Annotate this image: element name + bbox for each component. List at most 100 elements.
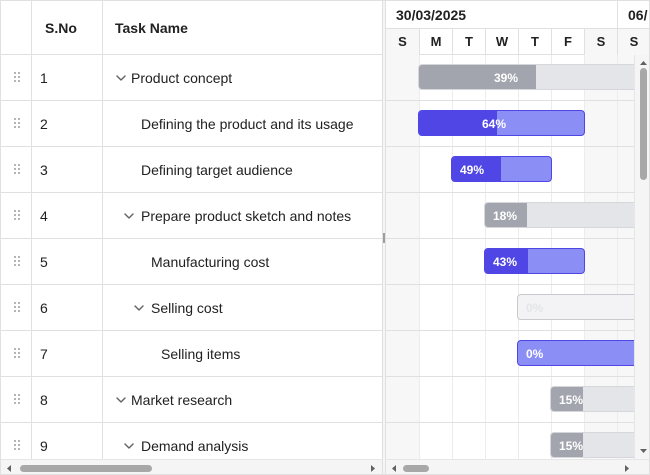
day-label: F bbox=[551, 29, 584, 55]
task-bar[interactable]: 0% bbox=[517, 340, 649, 366]
chart-horizontal-scrollbar[interactable] bbox=[386, 459, 649, 474]
row-drag-handle[interactable] bbox=[1, 377, 32, 423]
chevron-down-icon[interactable] bbox=[123, 440, 135, 452]
day-label: T bbox=[518, 29, 551, 55]
scroll-right-icon[interactable] bbox=[622, 464, 631, 473]
task-row[interactable]: 3 Defining target audience bbox=[1, 147, 382, 193]
task-name-cell: Selling items bbox=[103, 331, 382, 377]
progress-label: 49% bbox=[460, 163, 485, 177]
chevron-down-icon[interactable] bbox=[133, 302, 145, 314]
task-row[interactable]: 5 Manufacturing cost bbox=[1, 239, 382, 285]
task-name-cell: Defining the product and its usage bbox=[103, 101, 382, 147]
row-drag-handle[interactable] bbox=[1, 331, 32, 377]
task-sno: 6 bbox=[32, 285, 103, 331]
row-drag-handle[interactable] bbox=[1, 55, 32, 101]
row-gridline bbox=[386, 238, 649, 239]
summary-task-bar[interactable]: 18% bbox=[484, 202, 649, 228]
day-label: S bbox=[584, 29, 617, 55]
task-name-cell: Manufacturing cost bbox=[103, 239, 382, 285]
day-label: S bbox=[386, 29, 419, 55]
drag-grip-icon[interactable] bbox=[14, 348, 22, 360]
row-gridline bbox=[386, 192, 649, 193]
progress-label: 0% bbox=[526, 347, 544, 361]
task-sno: 4 bbox=[32, 193, 103, 239]
summary-task-bar[interactable]: 39% bbox=[418, 64, 649, 90]
task-name: Prepare product sketch and notes bbox=[141, 208, 352, 224]
task-sno: 5 bbox=[32, 239, 103, 285]
task-row[interactable]: 6 Selling cost bbox=[1, 285, 382, 331]
task-name-cell: Product concept bbox=[103, 55, 382, 101]
task-name: Selling items bbox=[161, 346, 241, 362]
chevron-down-icon[interactable] bbox=[123, 210, 135, 222]
row-gridline bbox=[386, 284, 649, 285]
grid-scroll-thumb[interactable] bbox=[20, 465, 152, 472]
progress-fill bbox=[419, 65, 536, 89]
task-sno: 7 bbox=[32, 331, 103, 377]
chevron-down-icon[interactable] bbox=[115, 394, 127, 406]
timeline-chart: 30/03/2025 06/ SMTWTFSS 39% 64% 49% 18% 43% 0… bbox=[386, 1, 649, 474]
task-name-cell: Market research bbox=[103, 377, 382, 423]
task-row[interactable]: 2 Defining the product and its usage bbox=[1, 101, 382, 147]
task-name-column-header[interactable]: Task Name bbox=[103, 1, 382, 55]
drag-grip-icon[interactable] bbox=[14, 256, 22, 268]
drag-grip-icon[interactable] bbox=[14, 164, 22, 176]
drag-grip-icon[interactable] bbox=[14, 440, 22, 452]
row-drag-handle[interactable] bbox=[1, 101, 32, 147]
timeline-day-header: SMTWTFSS bbox=[386, 29, 649, 55]
row-drag-handle[interactable] bbox=[1, 285, 32, 331]
day-label: W bbox=[485, 29, 518, 55]
day-label: S bbox=[617, 29, 649, 55]
row-drag-handle[interactable] bbox=[1, 147, 32, 193]
grid-header: S.No Task Name bbox=[1, 1, 382, 55]
task-row[interactable]: 8 Market research bbox=[1, 377, 382, 423]
sno-column-header[interactable]: S.No bbox=[32, 1, 103, 55]
drag-grip-icon[interactable] bbox=[14, 210, 22, 222]
progress-label: 43% bbox=[493, 255, 518, 269]
row-gridline bbox=[386, 100, 649, 101]
task-name-cell: Prepare product sketch and notes bbox=[103, 193, 382, 239]
row-gridline bbox=[386, 146, 649, 147]
task-sno: 1 bbox=[32, 55, 103, 101]
task-row[interactable]: 4 Prepare product sketch and notes bbox=[1, 193, 382, 239]
task-name: Product concept bbox=[131, 70, 233, 86]
row-drag-handle[interactable] bbox=[1, 193, 32, 239]
summary-task-bar[interactable]: 0% bbox=[517, 294, 649, 320]
task-name-cell: Defining target audience bbox=[103, 147, 382, 193]
task-name: Selling cost bbox=[151, 300, 223, 316]
splitter-grip-icon[interactable] bbox=[383, 233, 385, 243]
chevron-down-icon[interactable] bbox=[115, 72, 127, 84]
task-bar[interactable]: 64% bbox=[418, 110, 585, 136]
chart-vscroll-thumb[interactable] bbox=[640, 68, 647, 180]
scroll-left-icon[interactable] bbox=[5, 464, 14, 473]
drag-grip-icon[interactable] bbox=[14, 394, 22, 406]
task-row[interactable]: 7 Selling items bbox=[1, 331, 382, 377]
task-row[interactable]: 1 Product concept bbox=[1, 55, 382, 101]
drag-column-header bbox=[1, 1, 32, 55]
grid-horizontal-scrollbar[interactable] bbox=[1, 459, 382, 474]
day-label: M bbox=[419, 29, 452, 55]
task-name: Defining target audience bbox=[141, 162, 293, 178]
drag-grip-icon[interactable] bbox=[14, 72, 22, 84]
gantt-chart: S.No Task Name 1 Product concept 2 Defining… bbox=[0, 0, 650, 475]
progress-label: 15% bbox=[559, 439, 584, 453]
scroll-right-icon[interactable] bbox=[368, 464, 377, 473]
row-drag-handle[interactable] bbox=[1, 239, 32, 285]
weekend-column bbox=[386, 55, 419, 459]
progress-label: 18% bbox=[493, 209, 518, 223]
task-sno: 3 bbox=[32, 147, 103, 193]
chart-vertical-scrollbar[interactable] bbox=[634, 55, 649, 459]
task-bar[interactable]: 49% bbox=[451, 156, 552, 182]
drag-grip-icon[interactable] bbox=[14, 302, 22, 314]
progress-label: 39% bbox=[494, 71, 519, 85]
scroll-down-icon[interactable] bbox=[639, 446, 648, 455]
chart-body: 39% 64% 49% 18% 43% 0% 0% 15% 15% bbox=[386, 55, 649, 459]
scroll-up-icon[interactable] bbox=[639, 59, 648, 68]
task-name: Manufacturing cost bbox=[151, 254, 270, 270]
row-gridline bbox=[386, 376, 649, 377]
task-bar[interactable]: 43% bbox=[484, 248, 585, 274]
progress-label: 0% bbox=[526, 301, 544, 315]
chart-scroll-thumb[interactable] bbox=[403, 465, 429, 472]
drag-grip-icon[interactable] bbox=[14, 118, 22, 130]
scroll-left-icon[interactable] bbox=[390, 464, 399, 473]
progress-label: 15% bbox=[559, 393, 584, 407]
